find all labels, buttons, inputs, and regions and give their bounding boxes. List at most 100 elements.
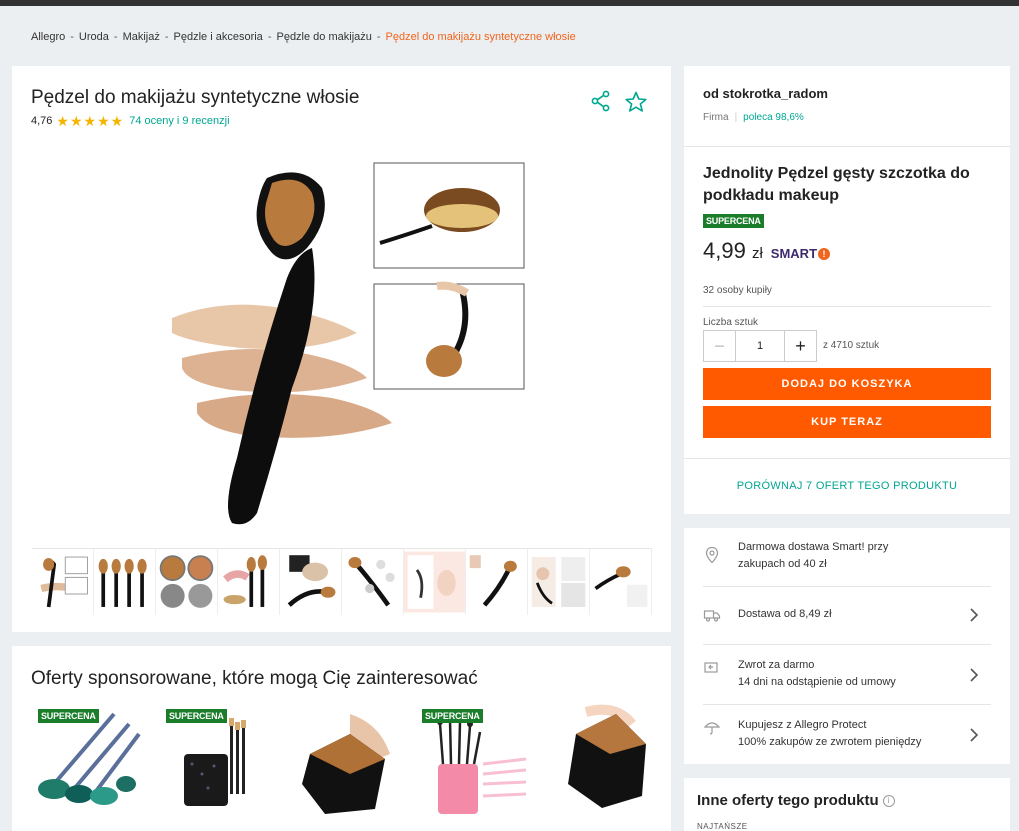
chevron-right-icon[interactable] xyxy=(968,667,980,683)
rating-value: 4,76 xyxy=(31,115,53,127)
return-row[interactable]: Zwrot za darmo 14 dni na odstąpienie od u… xyxy=(684,644,1010,704)
quantity-input[interactable]: 1 xyxy=(735,331,785,361)
star-icon: ★ xyxy=(69,113,83,129)
share-icon[interactable] xyxy=(590,90,612,112)
sponsored-item-3[interactable] xyxy=(290,704,402,824)
top-bar xyxy=(0,0,1019,6)
breadcrumb-item-allegro[interactable]: Allegro xyxy=(31,31,65,43)
thumbnail-strip xyxy=(32,548,652,616)
main-product-image[interactable] xyxy=(162,158,532,534)
free-delivery-line1: Darmowa dostawa Smart! przy xyxy=(738,541,889,553)
shipping-text: Dostawa od 8,49 zł xyxy=(738,608,832,620)
quantity-stepper: − 1 + xyxy=(703,330,817,362)
sponsored-items: SUPERCENA SUPERCENA SUPERCENA xyxy=(34,704,664,824)
sponsored-item-4[interactable]: SUPERCENA xyxy=(418,704,530,824)
breadcrumb-separator: - xyxy=(164,31,169,43)
return-box-icon xyxy=(704,662,718,673)
protect-row[interactable]: Kupujesz z Allegro Protect 100% zakupów z… xyxy=(684,704,1010,764)
thumbnail-10[interactable] xyxy=(590,549,652,615)
thumbnail-3[interactable] xyxy=(156,549,218,615)
info-icon[interactable]: i xyxy=(882,794,895,807)
rating-stars: ★ ★ ★ ★ ★ xyxy=(56,113,124,129)
divider xyxy=(684,458,1010,459)
sponsored-title: Oferty sponsorowane, które mogą Cię zain… xyxy=(31,668,478,689)
thumbnail-6[interactable] xyxy=(342,549,404,615)
seller-recommend[interactable]: poleca 98,6% xyxy=(743,112,804,123)
breadcrumb: Allegro - Uroda - Makijaż - Pędzle i akcesoria… xyxy=(31,31,576,43)
shipping-row[interactable]: Dostawa od 8,49 zł xyxy=(684,586,1010,644)
other-offers-title-text: Inne oferty tego produktu xyxy=(697,792,879,809)
price-row: 4,99 zł SMART! xyxy=(703,238,831,264)
breadcrumb-separator: - xyxy=(376,31,381,43)
supercena-badge: SUPERCENA xyxy=(422,709,483,723)
sponsored-item-2[interactable]: SUPERCENA xyxy=(162,704,274,824)
buy-now-button[interactable]: KUP TERAZ xyxy=(703,406,991,438)
price-currency: zł xyxy=(751,245,763,262)
add-to-cart-button[interactable]: DODAJ DO KOSZYKA xyxy=(703,368,991,400)
free-delivery-row: Darmowa dostawa Smart! przy zakupach od 4… xyxy=(684,528,1010,586)
sponsored-item-image xyxy=(302,714,390,814)
quantity-available: z 4710 sztuk xyxy=(823,340,880,351)
return-text: Zwrot za darmo 14 dni na odstąpienie od u… xyxy=(738,657,958,691)
protect-text: Kupujesz z Allegro Protect 100% zakupów z… xyxy=(738,717,958,751)
truck-icon xyxy=(703,610,721,622)
buy-box-card: od stokrotka_radom Firma | poleca 98,6% Je… xyxy=(684,66,1010,514)
star-favorite-icon[interactable] xyxy=(624,90,648,114)
quantity-decrease-button[interactable]: − xyxy=(704,331,735,361)
product-card: Pędzel do makijażu syntetyczne włosie 4,… xyxy=(12,66,671,632)
divider xyxy=(684,146,1010,147)
star-icon: ★ xyxy=(56,113,69,129)
meta-divider: | xyxy=(734,112,738,123)
offer-title: Jednolity Pędzel gęsty szczotka do podkł… xyxy=(703,165,970,204)
return-line1: Zwrot za darmo xyxy=(738,659,815,671)
thumbnail-4[interactable] xyxy=(218,549,280,615)
breadcrumb-item-makijaz[interactable]: Makijaż xyxy=(123,31,160,43)
supercena-badge: SUPERCENA xyxy=(703,214,764,228)
thumbnail-5[interactable] xyxy=(280,549,342,615)
breadcrumb-item-uroda[interactable]: Uroda xyxy=(79,31,109,43)
thumbnail-7[interactable] xyxy=(404,549,466,615)
thumbnail-2[interactable] xyxy=(94,549,156,615)
chevron-right-icon[interactable] xyxy=(968,727,980,743)
star-icon: ★ xyxy=(83,113,97,129)
breadcrumb-item-pedzle-akcesoria[interactable]: Pędzle i akcesoria xyxy=(174,31,263,43)
star-icon: ★ xyxy=(110,113,124,129)
delivery-info-card: Darmowa dostawa Smart! przy zakupach od 4… xyxy=(684,528,1010,764)
smart-exclamation-icon: ! xyxy=(818,247,831,260)
free-delivery-line2: zakupach od 40 zł xyxy=(738,558,827,570)
price: 4,99 zł xyxy=(703,238,763,264)
sponsored-item-5[interactable] xyxy=(546,704,658,824)
breadcrumb-separator: - xyxy=(267,31,272,43)
reviews-link[interactable]: 74 oceny i 9 recenzji xyxy=(129,115,229,127)
compare-offers-link[interactable]: PORÓWNAJ 7 OFERT TEGO PRODUKTU xyxy=(684,480,1010,492)
seller-meta: Firma | poleca 98,6% xyxy=(703,112,804,123)
chevron-right-icon[interactable] xyxy=(968,607,980,623)
breadcrumb-separator: - xyxy=(113,31,118,43)
sponsored-item-image xyxy=(568,704,646,808)
location-pin-icon xyxy=(705,546,719,564)
rating-row: 4,76 ★ ★ ★ ★ ★ 74 oceny i 9 recenzji xyxy=(31,113,230,129)
thumbnail-1[interactable] xyxy=(32,549,94,615)
protect-line2: 100% zakupów ze zwrotem pieniędzy xyxy=(738,736,922,748)
bought-count: 32 osoby kupiły xyxy=(703,285,772,296)
quantity-label: Liczba sztuk xyxy=(703,317,759,328)
product-title: Pędzel do makijażu syntetyczne włosie xyxy=(31,87,360,108)
price-main: 4,99 xyxy=(703,238,746,263)
star-icon: ★ xyxy=(97,113,110,129)
divider xyxy=(703,306,991,307)
sponsored-offers-card: Oferty sponsorowane, które mogą Cię zain… xyxy=(12,646,671,831)
breadcrumb-item-pedzle-makijazu[interactable]: Pędzle do makijażu xyxy=(276,31,371,43)
thumbnail-9[interactable] xyxy=(528,549,590,615)
sponsored-item-1[interactable]: SUPERCENA xyxy=(34,704,146,824)
thumbnail-8[interactable] xyxy=(466,549,528,615)
free-delivery-text: Darmowa dostawa Smart! przy zakupach od 4… xyxy=(738,539,958,573)
sort-label[interactable]: NAJTAŃSZE xyxy=(697,822,748,831)
seller-name[interactable]: od stokrotka_radom xyxy=(703,86,828,101)
seller-type: Firma xyxy=(703,112,729,123)
other-offers-title: Inne oferty tego produktu i xyxy=(697,792,895,809)
quantity-increase-button[interactable]: + xyxy=(785,331,816,361)
umbrella-icon xyxy=(703,722,721,735)
supercena-badge: SUPERCENA xyxy=(166,709,227,723)
return-line2: 14 dni na odstąpienie od umowy xyxy=(738,676,896,688)
breadcrumb-separator: - xyxy=(70,31,74,43)
